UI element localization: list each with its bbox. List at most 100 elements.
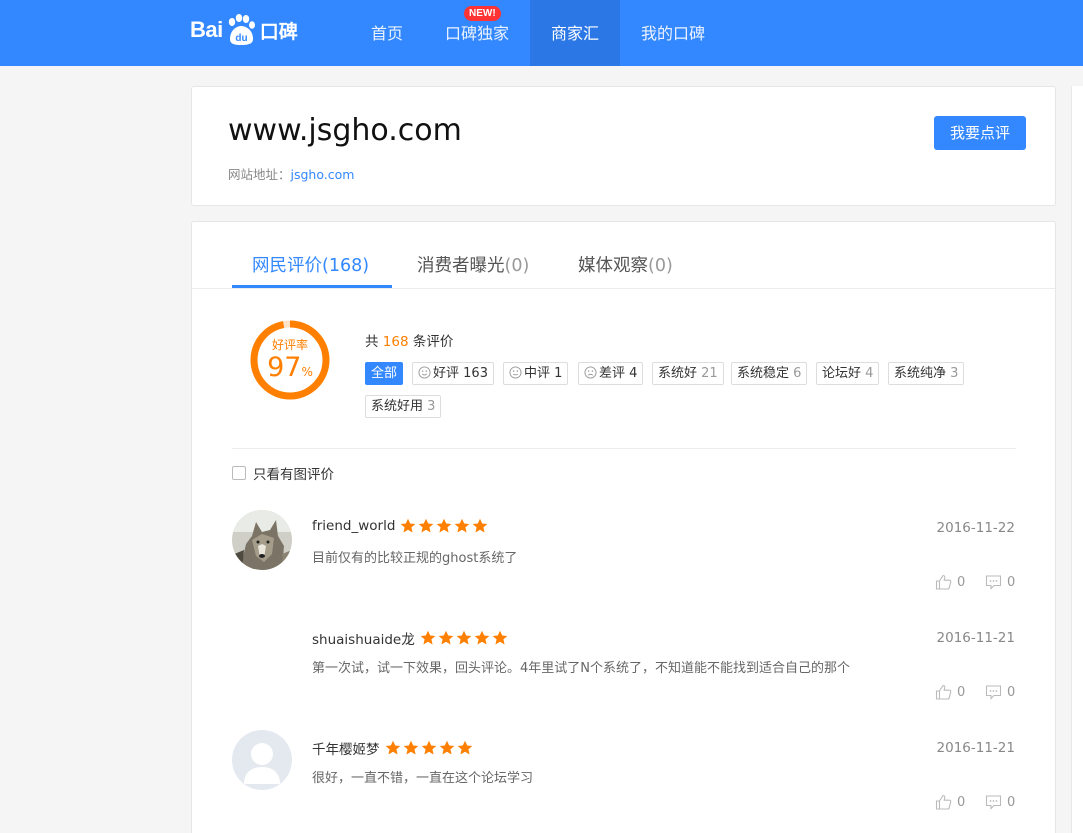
star-icon [385, 740, 400, 755]
nav-koubei-exclusive[interactable]: 口碑独家 NEW! [424, 0, 530, 66]
filter-count: 4 [629, 366, 638, 381]
filter-count: 1 [554, 366, 563, 381]
review-date: 2016-11-22 [936, 520, 1015, 536]
filter-system-easy[interactable]: 系统好用 3 [365, 395, 442, 418]
filter-neutral[interactable]: 中评 1 [503, 362, 569, 385]
site-title: www.jsgho.com [228, 113, 462, 148]
filter-label: 系统好用 [371, 399, 424, 414]
star-icon [439, 740, 454, 755]
filter-system-good[interactable]: 系统好 21 [652, 362, 724, 385]
star-icon [492, 630, 508, 645]
username-text: friend_world [312, 518, 396, 534]
logo-text-koubei: 口碑 [259, 20, 298, 43]
tab-count: (0) [648, 256, 673, 276]
comment-button[interactable]: 0 [985, 684, 1015, 700]
star-icon [401, 518, 416, 533]
active-tab-underline [232, 285, 392, 288]
like-button[interactable]: 0 [935, 574, 965, 590]
filter-label: 差评 [599, 366, 626, 381]
star-rating [400, 518, 490, 534]
write-review-button[interactable]: 我要点评 [934, 116, 1026, 150]
review-text: 目前仅有的比较正规的ghost系统了 [312, 551, 518, 566]
tab-netizen-reviews[interactable]: 网民评价(168) [252, 252, 369, 277]
comment-icon [985, 685, 1002, 700]
nav-merchant-hub[interactable]: 商家汇 [530, 0, 621, 66]
thumbs-up-icon [935, 794, 952, 810]
baidu-koubei-logo[interactable]: Bai du 口碑 [190, 10, 298, 50]
total-count: 168 [382, 334, 409, 350]
filter-negative[interactable]: 差评 4 [578, 362, 644, 385]
filter-label: 好评 [433, 366, 460, 381]
filter-positive[interactable]: 好评 163 [412, 362, 494, 385]
star-icon [474, 630, 490, 645]
filter-label: 系统好 [658, 366, 698, 381]
comment-button[interactable]: 0 [985, 794, 1015, 810]
new-badge: NEW! [464, 6, 501, 21]
filter-label: 全部 [371, 366, 398, 381]
comment-count: 0 [1007, 574, 1016, 590]
avatar[interactable] [232, 730, 292, 790]
filter-label: 系统稳定 [737, 366, 790, 381]
filter-system-stable[interactable]: 系统稳定 6 [731, 362, 808, 385]
site-url-link[interactable]: jsgho.com [291, 167, 355, 182]
rate-unit: % [301, 365, 313, 379]
filter-count: 6 [793, 366, 802, 381]
pic-only-checkbox[interactable] [232, 466, 246, 480]
pic-only-filter[interactable]: 只看有图评价 [232, 463, 334, 483]
filter-label: 论坛好 [822, 366, 862, 381]
thumbs-up-icon [935, 574, 952, 590]
review-tabs: 网民评价(168) 消费者曝光(0) 媒体观察(0) [192, 222, 1055, 289]
comment-count: 0 [1007, 794, 1016, 810]
right-sidebar-edge [1071, 86, 1083, 833]
username-text: shuaishuaide龙 [312, 632, 415, 648]
avatar[interactable] [232, 510, 292, 570]
like-button[interactable]: 0 [935, 684, 965, 700]
filter-count: 163 [463, 366, 488, 381]
tab-count: (0) [504, 256, 530, 276]
site-url-label: 网站地址： [228, 167, 291, 182]
tab-label: 网民评价 [252, 256, 322, 276]
filter-label: 中评 [524, 366, 551, 381]
review-item: friend_world 2016-11-22 目前仅有的比较正规的ghost系… [192, 510, 1055, 620]
filter-system-clean[interactable]: 系统纯净 3 [888, 362, 965, 385]
positive-rate-value: 97% [248, 352, 332, 383]
rate-number: 97 [267, 352, 302, 383]
comment-icon [985, 575, 1002, 590]
reviews-card: 网民评价(168) 消费者曝光(0) 媒体观察(0) 好评率 97% 共 168… [191, 221, 1056, 833]
like-count: 0 [957, 684, 966, 700]
star-icon [438, 630, 454, 645]
total-suffix: 条评价 [408, 334, 454, 350]
nav-koubei-exclusive-label: 口碑独家 [445, 24, 510, 43]
nav-my-koubei[interactable]: 我的口碑 [620, 0, 726, 66]
tab-media-observation[interactable]: 媒体观察(0) [578, 252, 673, 277]
filter-label: 系统纯净 [894, 366, 947, 381]
smile-icon [418, 366, 431, 379]
tab-consumer-exposure[interactable]: 消费者曝光(0) [417, 252, 529, 277]
comment-icon [985, 795, 1002, 810]
star-icon [457, 740, 472, 755]
star-icon [473, 518, 488, 533]
star-icon [421, 740, 436, 755]
review-date: 2016-11-21 [936, 740, 1015, 756]
review-text: 第一次试，试一下效果，回头评论。4年里试了N个系统了，不知道能不能找到适合自己的… [312, 661, 850, 676]
comment-button[interactable]: 0 [985, 574, 1015, 590]
filter-forum-good[interactable]: 论坛好 4 [816, 362, 880, 385]
like-button[interactable]: 0 [935, 794, 965, 810]
logo-text-du: du [235, 33, 247, 44]
filter-all[interactable]: 全部 [365, 362, 404, 385]
wolf-avatar-icon [232, 510, 292, 570]
main-nav: 首页 口碑独家 NEW! 商家汇 我的口碑 [350, 0, 726, 66]
tab-count: (168) [322, 256, 370, 276]
review-username: 千年樱姬梦 [312, 738, 475, 758]
nav-home[interactable]: 首页 [350, 0, 424, 66]
star-rating [385, 740, 475, 756]
star-icon [419, 518, 434, 533]
review-item: shuaishuaide龙 2016-11-21 第一次试，试一下效果，回头评论… [192, 620, 1055, 730]
star-icon [420, 630, 436, 645]
site-info-card: www.jsgho.com 网站地址：jsgho.com 我要点评 [191, 86, 1056, 206]
review-item: 千年樱姬梦 2016-11-21 很好，一直不错，一直在这个论坛学习 0 0 [192, 730, 1055, 833]
total-reviews: 共 168 条评价 [365, 330, 453, 350]
pic-only-label: 只看有图评价 [253, 467, 334, 483]
site-url-line: 网站地址：jsgho.com [228, 164, 354, 183]
star-rating [420, 630, 510, 646]
